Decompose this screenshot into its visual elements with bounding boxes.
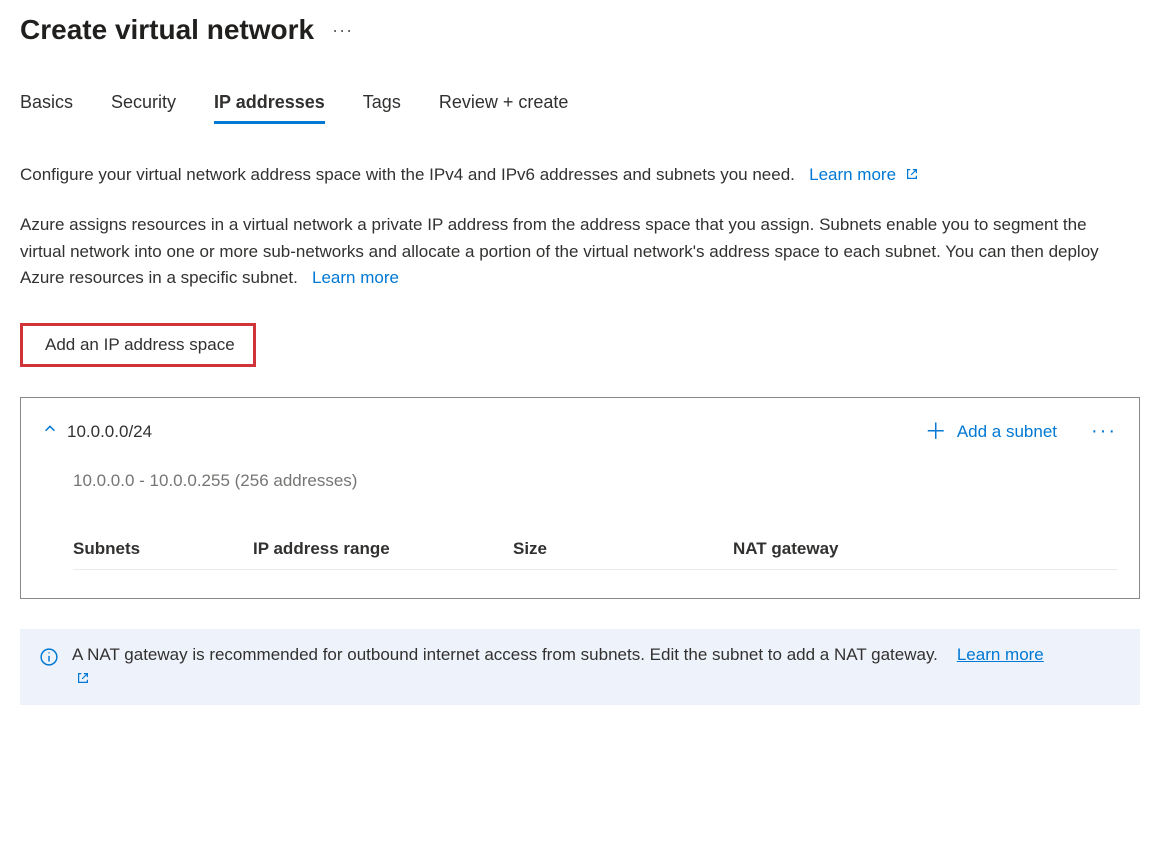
tab-review-create[interactable]: Review + create	[439, 92, 569, 124]
description-1-text: Configure your virtual network address s…	[20, 165, 795, 184]
page-title: Create virtual network	[20, 14, 314, 46]
learn-more-link-1[interactable]: Learn more	[809, 165, 919, 184]
description-2: Azure assigns resources in a virtual net…	[20, 212, 1120, 291]
info-banner-learn-more-link[interactable]: Learn more	[957, 645, 1044, 664]
info-banner-content: A NAT gateway is recommended for outboun…	[72, 645, 1044, 689]
ip-range-text: 10.0.0.0 - 10.0.0.255 (256 addresses)	[73, 471, 1117, 491]
header-more-icon[interactable]: ···	[332, 20, 353, 41]
info-icon	[40, 648, 58, 666]
col-subnets: Subnets	[73, 539, 253, 559]
tab-basics[interactable]: Basics	[20, 92, 73, 124]
external-link-icon	[76, 671, 90, 685]
tab-ip-addresses[interactable]: IP addresses	[214, 92, 325, 124]
col-nat-gateway: NAT gateway	[733, 539, 1117, 559]
plus-icon: ＋	[925, 421, 947, 443]
ip-cidr-text: 10.0.0.0/24	[67, 422, 915, 442]
learn-more-link-1-label: Learn more	[809, 165, 896, 184]
col-size: Size	[513, 539, 733, 559]
chevron-up-icon[interactable]	[43, 422, 57, 441]
nat-gateway-info-banner: A NAT gateway is recommended for outboun…	[20, 629, 1140, 705]
info-banner-text: A NAT gateway is recommended for outboun…	[72, 645, 938, 664]
subnet-table-header: Subnets IP address range Size NAT gatewa…	[73, 539, 1117, 570]
external-link-icon	[905, 167, 919, 181]
info-banner-link-label: Learn more	[957, 645, 1044, 664]
ip-space-more-icon[interactable]: ···	[1091, 420, 1117, 443]
ip-address-space-card: 10.0.0.0/24 ＋ Add a subnet ··· 10.0.0.0 …	[20, 397, 1140, 599]
learn-more-link-2[interactable]: Learn more	[312, 268, 399, 287]
add-ip-address-space-button[interactable]: Add an IP address space	[20, 323, 256, 367]
tab-bar: Basics Security IP addresses Tags Review…	[20, 92, 1140, 124]
add-subnet-label: Add a subnet	[957, 422, 1057, 442]
col-ip-range: IP address range	[253, 539, 513, 559]
add-subnet-button[interactable]: ＋ Add a subnet	[925, 421, 1057, 443]
tab-security[interactable]: Security	[111, 92, 176, 124]
tab-tags[interactable]: Tags	[363, 92, 401, 124]
description-1: Configure your virtual network address s…	[20, 162, 1120, 188]
description-2-text: Azure assigns resources in a virtual net…	[20, 215, 1099, 287]
